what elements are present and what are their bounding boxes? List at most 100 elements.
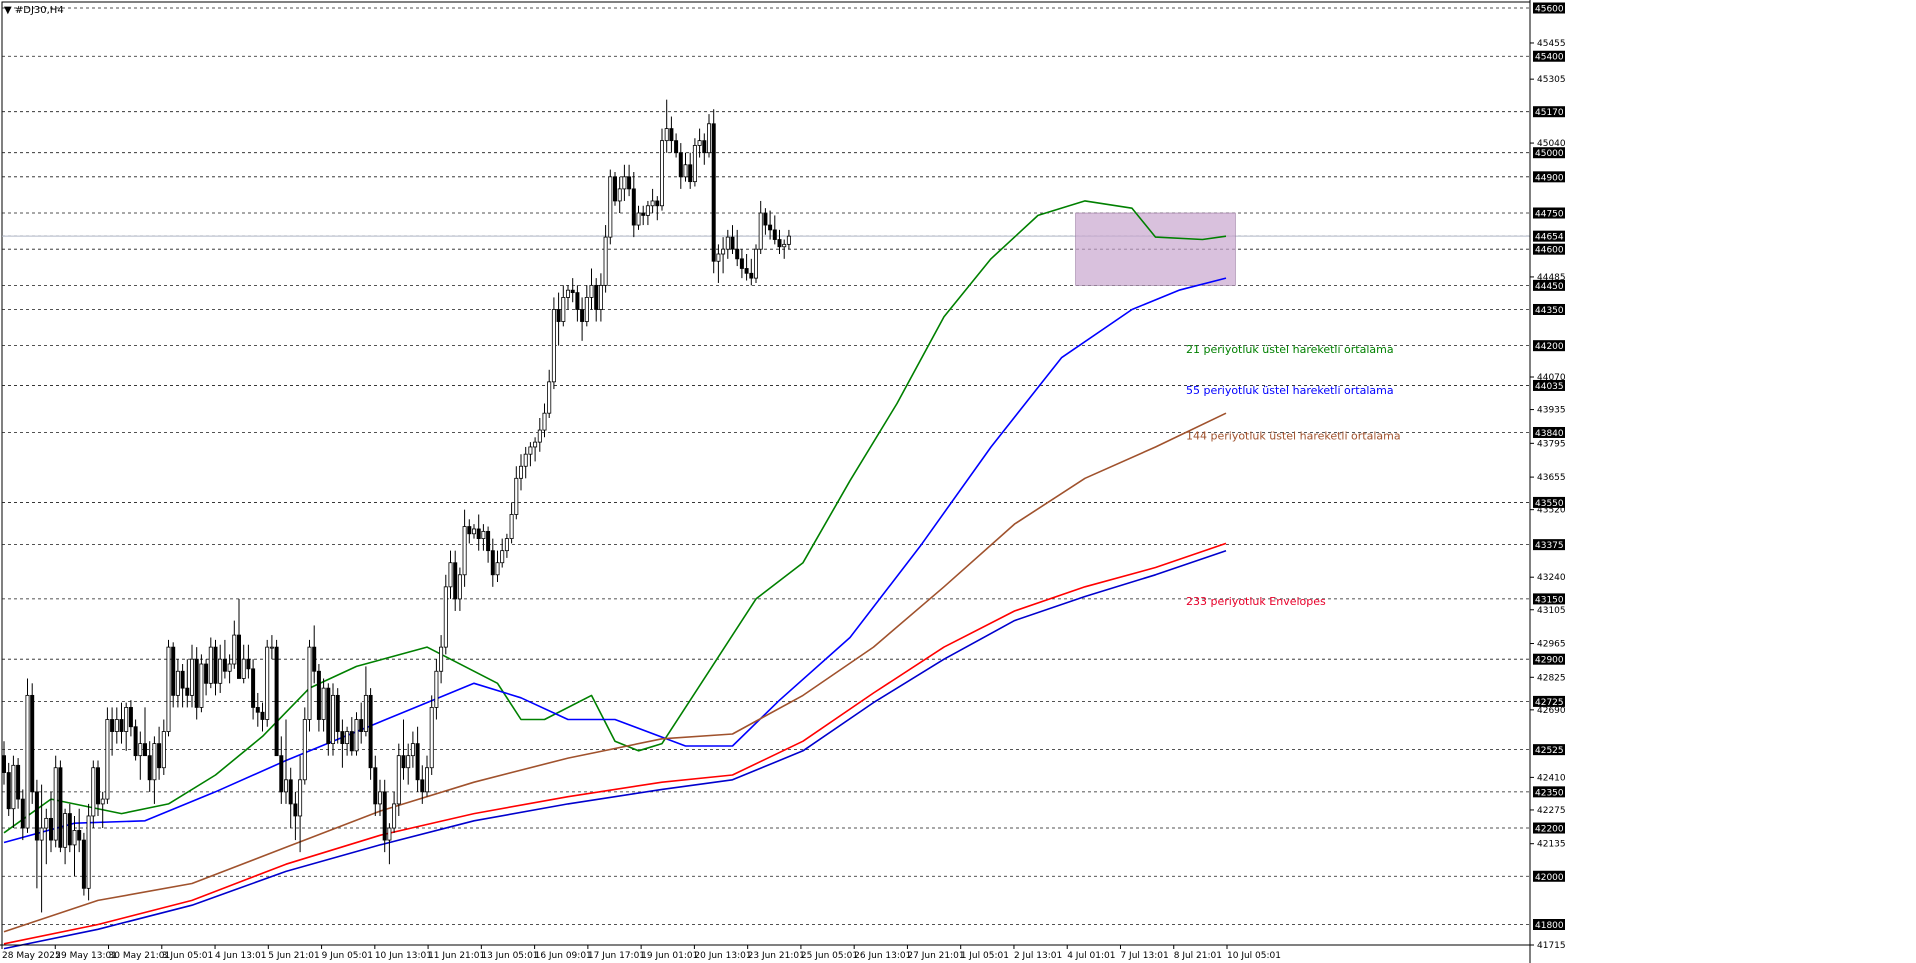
candle-body [147, 755, 152, 781]
candle-body [349, 731, 354, 752]
x-tick-label: 10 Jul 05:01 [1227, 951, 1281, 961]
candle-body [30, 694, 35, 793]
candle-body [11, 764, 16, 810]
candle-body [269, 646, 274, 649]
candle-body [570, 289, 575, 293]
candle-body [204, 663, 209, 684]
y-price-box-label: 44750 [1535, 210, 1564, 220]
candle-body [316, 670, 321, 720]
candle-body [622, 176, 627, 190]
candle-body [354, 719, 359, 752]
candle-body [692, 145, 697, 183]
candle-body [754, 248, 759, 279]
y-price-box-label: 42900 [1535, 656, 1564, 666]
x-tick-label: 28 May 2025 [2, 951, 61, 961]
candle-body [613, 176, 618, 202]
candle-body [25, 694, 30, 829]
y-price-box-label: 45400 [1535, 53, 1564, 63]
y-price-box-label: 44350 [1535, 306, 1564, 316]
candle-body [199, 663, 204, 708]
candle-body [786, 235, 791, 245]
y-tick-label: 42135 [1537, 840, 1566, 850]
x-tick-label: 3 Jun 05:01 [162, 951, 213, 961]
candle-body [86, 815, 91, 889]
candle-body [382, 791, 387, 841]
candle-body [373, 767, 378, 805]
candle-body [758, 212, 763, 250]
candle-body [119, 719, 124, 732]
candle-body [180, 670, 185, 689]
candle-body [467, 526, 472, 535]
candle-body [279, 755, 284, 793]
candle-body [514, 477, 519, 515]
candle-body [133, 726, 138, 757]
y-tick-label: 45455 [1537, 39, 1566, 49]
y-tick-label: 43240 [1537, 573, 1566, 583]
y-tick-label: 41715 [1537, 941, 1566, 951]
candle-body [363, 694, 368, 732]
candle-body [429, 707, 434, 769]
y-price-box-label: 43150 [1535, 595, 1564, 605]
candle-body [636, 212, 641, 226]
candle-body [772, 229, 777, 240]
candle-body [396, 755, 401, 805]
candle-body [735, 248, 740, 260]
x-tick-label: 7 Jul 13:01 [1120, 951, 1168, 961]
candle-body [598, 284, 603, 310]
candle-body [453, 562, 458, 600]
x-tick-label: 27 Jun 21:01 [907, 951, 964, 961]
candle-body [486, 530, 491, 552]
candle-body [688, 164, 693, 183]
candle-body [490, 550, 495, 576]
consolidation-zone [1075, 212, 1236, 286]
candle-body [660, 140, 665, 207]
candle-body [298, 779, 303, 817]
candle-body [302, 719, 307, 781]
x-tick-label: 26 Jun 13:01 [854, 951, 911, 961]
x-tick-label: 4 Jun 13:01 [215, 951, 266, 961]
y-price-box-label: 45000 [1535, 149, 1564, 159]
candle-body [462, 526, 467, 576]
candle-body [641, 212, 646, 216]
candle-body [307, 646, 312, 720]
candle-body [664, 128, 669, 142]
candle-body [711, 123, 716, 262]
x-tick-label: 11 Jun 21:01 [428, 951, 485, 961]
candle-body [274, 646, 279, 757]
x-tick-label: 25 Jun 05:01 [801, 951, 858, 961]
x-tick-label: 8 Jul 21:01 [1174, 951, 1222, 961]
candle-body [218, 658, 223, 684]
candle-body [481, 530, 486, 540]
candle-body [340, 731, 345, 745]
y-tick-label: 42825 [1537, 673, 1566, 683]
candle-body [251, 668, 256, 708]
candle-body [124, 707, 129, 732]
candle-body [6, 772, 11, 810]
y-price-box-label: 42200 [1535, 825, 1564, 835]
candle-body [730, 236, 735, 250]
candle-body [241, 658, 246, 679]
candle-body [669, 128, 674, 142]
candle-body [265, 646, 270, 720]
candle-body [424, 767, 429, 793]
candle-body [457, 574, 462, 600]
candle-body [410, 743, 415, 757]
x-tick-label: 1 Jul 05:01 [961, 951, 1009, 961]
candle-body [288, 779, 293, 805]
candle-body [368, 694, 373, 769]
x-tick-label: 20 Jun 13:01 [694, 951, 751, 961]
candle-body [519, 465, 524, 479]
candle-body [39, 827, 44, 841]
candle-body [96, 767, 101, 805]
candle-body [138, 743, 143, 757]
candle-body [420, 779, 425, 793]
candle-body [213, 646, 218, 684]
candle-body [434, 670, 439, 708]
candle-body [556, 309, 561, 322]
x-tick-label: 9 Jun 05:01 [322, 951, 373, 961]
candle-body [471, 528, 476, 535]
y-tick-label: 43655 [1537, 473, 1566, 483]
y-price-box-label: 45600 [1535, 5, 1564, 15]
candle-body [768, 224, 773, 231]
candle-body [603, 236, 608, 286]
